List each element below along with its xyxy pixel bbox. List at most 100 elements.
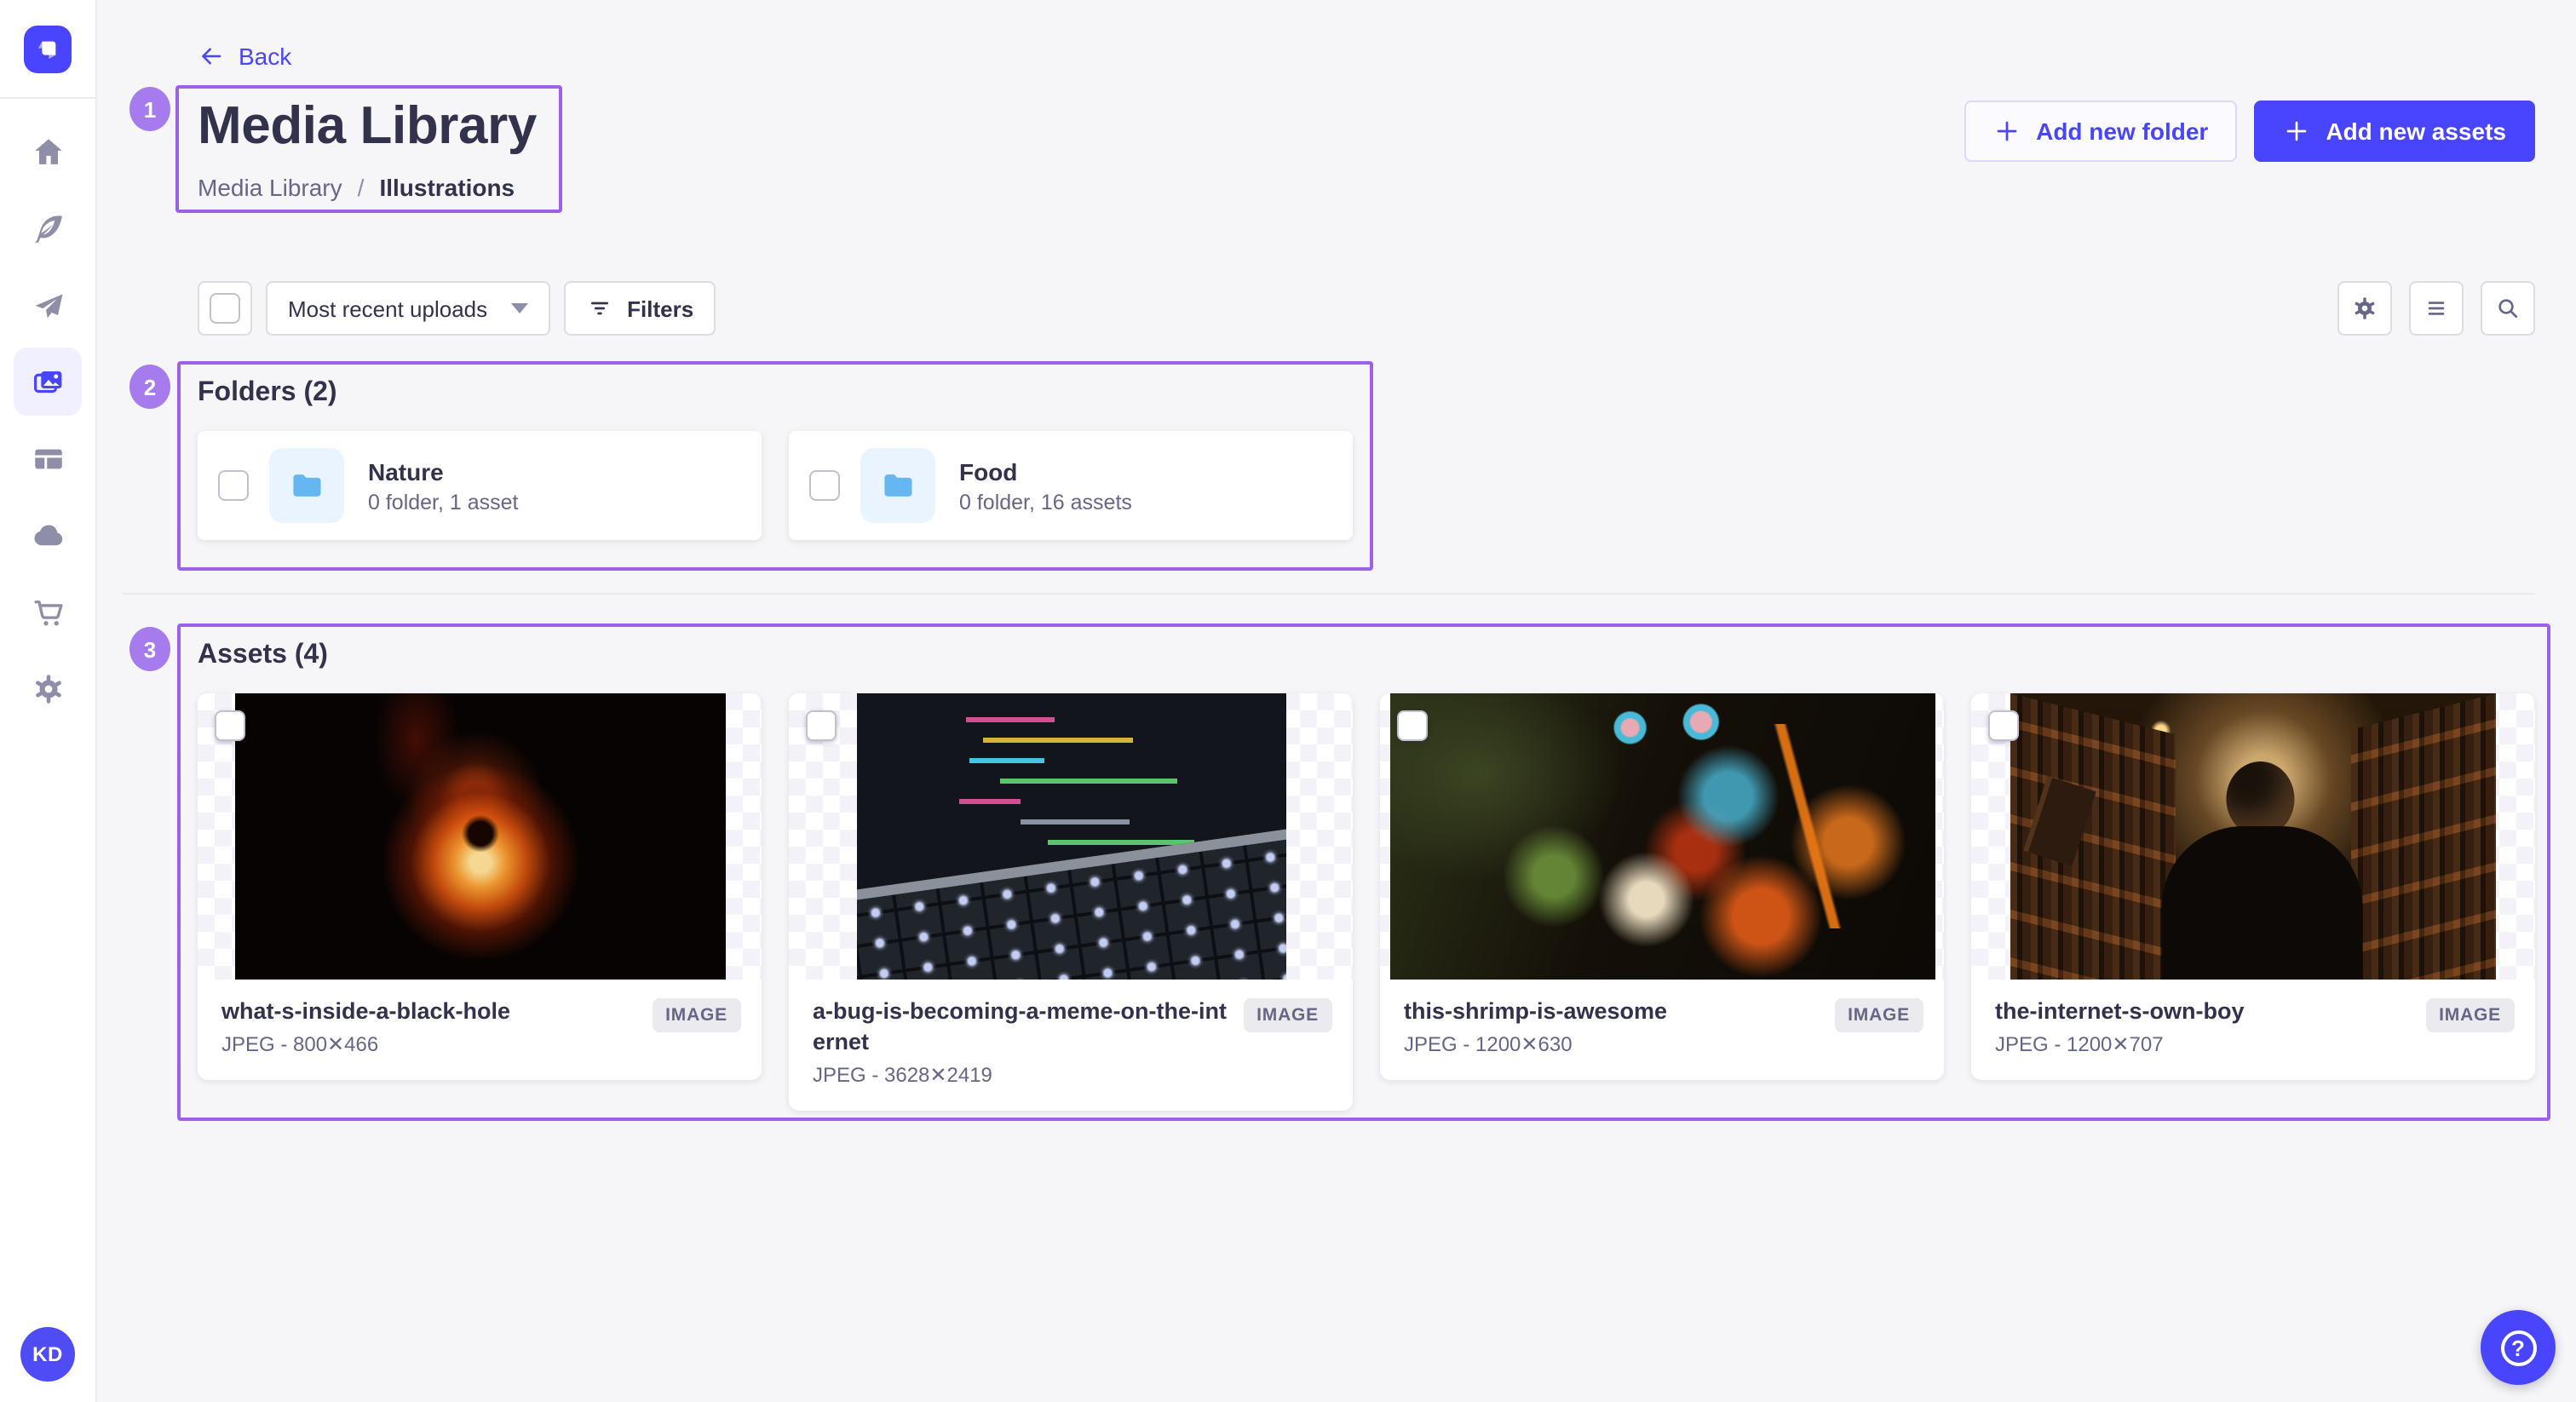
gear-icon — [2351, 295, 2378, 322]
black-hole-photo — [234, 693, 725, 980]
folders-section: Folders (2) Nature 0 folder, 1 asset — [198, 378, 1353, 540]
add-new-folder-button[interactable]: Add new folder — [1964, 101, 2237, 162]
filter-icon — [586, 295, 613, 322]
sidebar-nav — [0, 99, 95, 731]
asset-card-bug-meme[interactable]: a-bug-is-becoming-a-meme-on-the-internet… — [789, 693, 1353, 1111]
asset-type-badge: IMAGE — [1243, 998, 1332, 1032]
asset-checkbox[interactable] — [215, 710, 245, 741]
asset-meta: JPEG - 800✕466 — [221, 1032, 638, 1056]
breadcrumb-separator: / — [358, 174, 365, 201]
filters-label: Filters — [627, 296, 693, 321]
asset-row: what-s-inside-a-black-hole JPEG - 800✕46… — [198, 693, 2535, 1111]
asset-footer: this-shrimp-is-awesome JPEG - 1200✕630 I… — [1380, 980, 1944, 1080]
feather-icon — [30, 210, 66, 246]
sidebar-item-content[interactable] — [14, 194, 82, 262]
asset-title: this-shrimp-is-awesome — [1404, 997, 1820, 1027]
help-button[interactable]: ? — [2481, 1310, 2556, 1385]
asset-type-badge: IMAGE — [652, 998, 741, 1032]
library-portrait-photo — [2010, 693, 2496, 980]
assets-section: Assets (4) what-s-inside-a-black-hole JP… — [198, 641, 2535, 1111]
asset-title: a-bug-is-becoming-a-meme-on-the-internet — [813, 997, 1229, 1058]
cart-icon — [30, 594, 66, 629]
asset-footer: what-s-inside-a-black-hole JPEG - 800✕46… — [198, 980, 762, 1080]
folder-texts: Nature 0 folder, 1 asset — [368, 457, 519, 514]
layout-icon — [30, 440, 66, 476]
asset-texts: this-shrimp-is-awesome JPEG - 1200✕630 — [1404, 997, 1820, 1056]
asset-meta: JPEG - 3628✕2419 — [813, 1063, 1229, 1087]
sidebar: KD — [0, 0, 97, 1402]
search-icon — [2494, 295, 2521, 322]
folder-card-nature[interactable]: Nature 0 folder, 1 asset — [198, 431, 762, 540]
cloud-icon — [30, 517, 66, 553]
asset-footer: a-bug-is-becoming-a-meme-on-the-internet… — [789, 980, 1353, 1111]
breadcrumb: Media Library / Illustrations — [198, 174, 515, 201]
user-avatar[interactable]: KD — [20, 1327, 75, 1382]
logo-container — [0, 0, 95, 97]
folder-checkbox[interactable] — [809, 470, 840, 501]
keyboard-art-layer — [856, 825, 1285, 980]
asset-meta: JPEG - 1200✕630 — [1404, 1032, 1820, 1056]
folder-icon-container — [860, 448, 935, 523]
asset-checkbox[interactable] — [1397, 710, 1428, 741]
asset-title: what-s-inside-a-black-hole — [221, 997, 638, 1027]
breadcrumb-current: Illustrations — [379, 174, 515, 201]
folder-card-food[interactable]: Food 0 folder, 16 assets — [789, 431, 1353, 540]
folder-checkbox[interactable] — [218, 470, 249, 501]
asset-checkbox[interactable] — [1988, 710, 2019, 741]
folder-name: Food — [959, 457, 1132, 485]
annotation-circle-2: 2 — [129, 365, 170, 409]
breadcrumb-root[interactable]: Media Library — [198, 174, 342, 201]
asset-type-badge: IMAGE — [1834, 998, 1923, 1032]
sidebar-item-media-library[interactable] — [14, 348, 82, 416]
folder-meta: 0 folder, 1 asset — [368, 490, 519, 514]
search-button[interactable] — [2481, 281, 2535, 336]
asset-meta: JPEG - 1200✕707 — [1995, 1032, 2412, 1056]
paper-plane-icon — [30, 287, 66, 323]
sort-value: Most recent uploads — [288, 296, 487, 321]
sort-dropdown[interactable]: Most recent uploads — [266, 281, 550, 336]
sidebar-item-home[interactable] — [14, 118, 82, 186]
add-folder-label: Add new folder — [2036, 118, 2208, 145]
annotation-circle-3: 3 — [129, 627, 170, 671]
back-label: Back — [239, 43, 291, 70]
asset-thumbnail — [1971, 693, 2535, 980]
folder-meta: 0 folder, 16 assets — [959, 490, 1132, 514]
toolbar-right — [2337, 281, 2535, 336]
asset-card-shrimp[interactable]: this-shrimp-is-awesome JPEG - 1200✕630 I… — [1380, 693, 1944, 1080]
mantis-shrimp-photo — [1389, 693, 1935, 980]
asset-type-badge: IMAGE — [2425, 998, 2515, 1032]
sidebar-item-send[interactable] — [14, 271, 82, 339]
strapi-logo[interactable] — [24, 25, 72, 72]
view-settings-button[interactable] — [2337, 281, 2392, 336]
add-assets-label: Add new assets — [2326, 118, 2506, 145]
list-view-button[interactable] — [2409, 281, 2464, 336]
header-actions: Add new folder Add new assets — [1964, 101, 2535, 162]
asset-texts: what-s-inside-a-black-hole JPEG - 800✕46… — [221, 997, 638, 1056]
sidebar-item-cloud[interactable] — [14, 501, 82, 569]
sidebar-item-marketplace[interactable] — [14, 577, 82, 646]
asset-thumbnail — [198, 693, 762, 980]
app-window: KD Back Media Library Media Library / Il… — [0, 0, 2576, 1402]
filters-button[interactable]: Filters — [564, 281, 716, 336]
annotation-circle-1: 1 — [129, 87, 170, 131]
asset-card-internets-own-boy[interactable]: the-internet-s-own-boy JPEG - 1200✕707 I… — [1971, 693, 2535, 1080]
laptop-code-photo — [856, 693, 1285, 980]
sidebar-item-settings[interactable] — [14, 654, 82, 722]
back-arrow-icon — [198, 43, 225, 70]
asset-card-black-hole[interactable]: what-s-inside-a-black-hole JPEG - 800✕46… — [198, 693, 762, 1080]
list-icon — [2423, 295, 2450, 322]
add-new-assets-button[interactable]: Add new assets — [2254, 101, 2535, 162]
folder-texts: Food 0 folder, 16 assets — [959, 457, 1132, 514]
select-all-checkbox[interactable] — [198, 281, 252, 336]
back-link[interactable]: Back — [198, 43, 291, 70]
assets-heading: Assets (4) — [198, 641, 2535, 671]
asset-thumbnail — [1380, 693, 1944, 980]
asset-footer: the-internet-s-own-boy JPEG - 1200✕707 I… — [1971, 980, 2535, 1080]
section-divider — [123, 593, 2535, 595]
main-content: Back Media Library Media Library / Illus… — [97, 0, 2576, 1402]
strapi-logo-icon — [34, 35, 61, 62]
asset-texts: a-bug-is-becoming-a-meme-on-the-internet… — [813, 997, 1229, 1087]
person-art-layer — [2160, 761, 2361, 980]
sidebar-item-content-type-builder[interactable] — [14, 424, 82, 492]
asset-checkbox[interactable] — [806, 710, 837, 741]
